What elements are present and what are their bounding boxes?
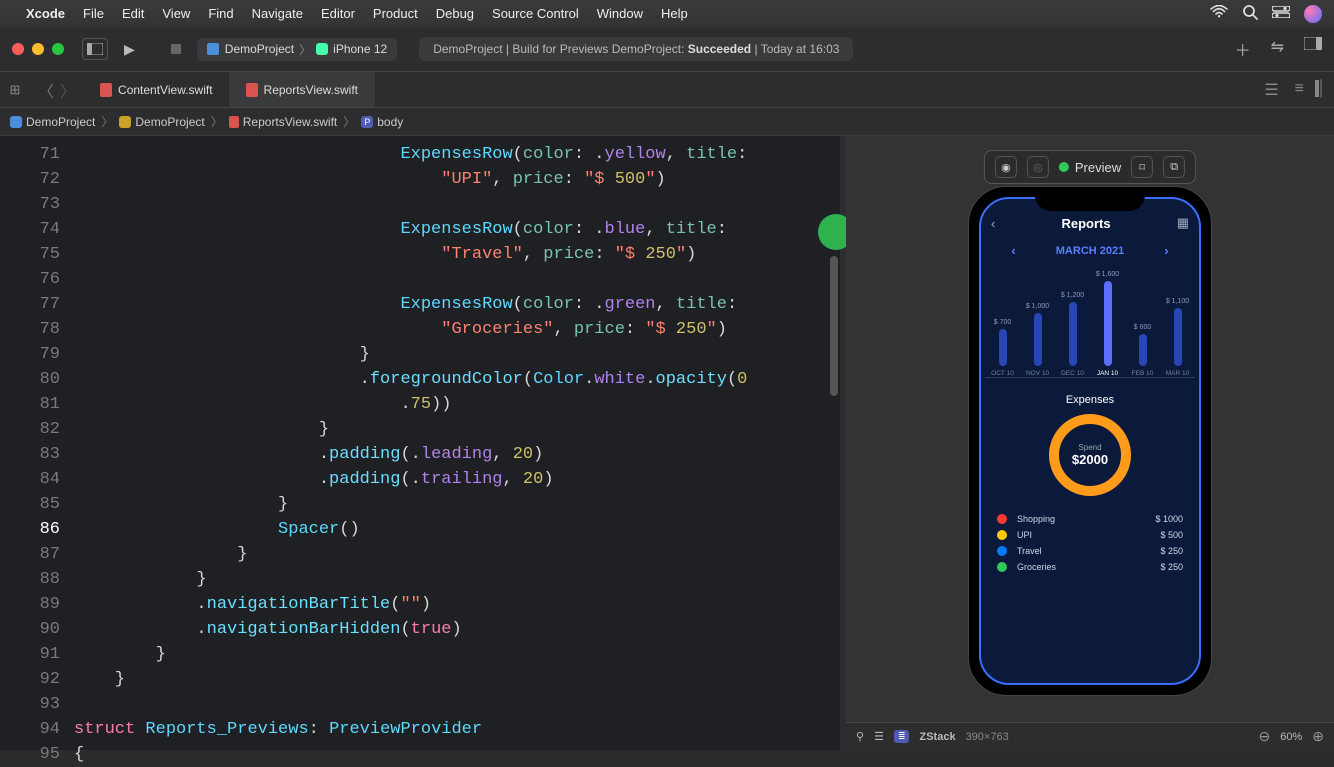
zoom-in-button[interactable]: ⊕ (1312, 728, 1324, 745)
pin-icon[interactable]: ⚲ (856, 730, 864, 743)
app-menu[interactable]: Xcode (26, 6, 65, 21)
forward-button[interactable]: 〉 (60, 78, 76, 102)
spend-ring: Spend $2000 (1049, 414, 1131, 496)
ring-amount: $2000 (1072, 452, 1108, 467)
window-close-button[interactable] (12, 43, 24, 55)
canvas-size: 390×763 (966, 731, 1009, 743)
expense-row: Groceries$ 250 (997, 562, 1183, 572)
add-button[interactable]: ＋ (1235, 37, 1251, 61)
wifi-icon[interactable] (1210, 5, 1228, 22)
jump-bar[interactable]: DemoProject 〉 DemoProject 〉 ReportsView.… (0, 108, 1334, 136)
menu-find[interactable]: Find (208, 6, 233, 21)
toolbar-right: ＋ ⇋ (1235, 37, 1322, 61)
app-title: Reports (1061, 216, 1110, 231)
month-selector: ‹ MARCH 2021 › (981, 243, 1199, 258)
swift-file-icon (229, 116, 239, 128)
user-icon[interactable] (1304, 5, 1322, 23)
preview-label[interactable]: Preview (1059, 160, 1121, 175)
device-icon (316, 43, 328, 55)
control-center-icon[interactable] (1272, 5, 1290, 22)
preview-canvas: ◉ ◎ Preview ⌑ ⧉ ‹ Reports ▦ ‹ MARCH (846, 136, 1334, 750)
menu-source-control[interactable]: Source Control (492, 6, 579, 21)
menu-help[interactable]: Help (661, 6, 688, 21)
spotlight-icon[interactable] (1242, 4, 1258, 24)
ring-label: Spend (1078, 443, 1101, 452)
duplicate-preview-button[interactable]: ⧉ (1163, 156, 1185, 178)
menu-window[interactable]: Window (597, 6, 643, 21)
code-review-button[interactable]: ⇋ (1271, 37, 1284, 61)
device-settings-button[interactable]: ⌑ (1131, 156, 1153, 178)
selected-view-icon: ≣ (894, 730, 910, 743)
back-button[interactable]: 〈 (38, 78, 54, 102)
scheme-icon (207, 43, 219, 55)
tab-reportsview[interactable]: ReportsView.swift (230, 72, 375, 107)
expenses-header: Expenses (981, 394, 1199, 406)
expense-row: UPI$ 500 (997, 530, 1183, 540)
next-month-button[interactable]: › (1164, 243, 1168, 258)
property-icon: P (361, 116, 373, 128)
expense-row: Travel$ 250 (997, 546, 1183, 556)
stop-button[interactable] (171, 44, 181, 54)
menubar-status-icons (1210, 4, 1322, 24)
history-nav: 〈 〉 (30, 78, 84, 102)
titlebar: ▶ DemoProject 〉 iPhone 12 DemoProject | … (0, 27, 1334, 72)
menu-file[interactable]: File (83, 6, 104, 21)
swift-file-icon (246, 83, 258, 97)
project-icon (10, 116, 22, 128)
menu-debug[interactable]: Debug (436, 6, 474, 21)
scheme-device: iPhone 12 (333, 42, 387, 56)
swift-file-icon (100, 83, 112, 97)
device-preview[interactable]: ‹ Reports ▦ ‹ MARCH 2021 › $ 700OCT 10$ … (968, 186, 1212, 696)
adjust-editor-icon[interactable]: ≡ (1295, 80, 1304, 100)
scheme-selector[interactable]: DemoProject 〉 iPhone 12 (197, 38, 397, 61)
scheme-project: DemoProject (225, 42, 294, 56)
main-split: 7172737475767778798081828384858687888990… (0, 136, 1334, 750)
zoom-out-button[interactable]: ⊖ (1259, 728, 1271, 745)
traffic-lights (12, 43, 64, 55)
line-gutter: 7172737475767778798081828384858687888990… (0, 136, 70, 767)
toggle-inspector-button[interactable] (1304, 37, 1322, 61)
window-zoom-button[interactable] (52, 43, 64, 55)
back-chevron-icon[interactable]: ‹ (991, 216, 995, 231)
zoom-level: 60% (1280, 731, 1302, 743)
related-items-icon[interactable]: ⊞ (0, 82, 30, 98)
calendar-icon[interactable]: ▦ (1177, 215, 1189, 231)
minimap-icon[interactable]: ☰ (1264, 80, 1278, 100)
notch (1035, 187, 1145, 211)
selected-view-label: ZStack (919, 731, 955, 743)
prev-month-button[interactable]: ‹ (1011, 243, 1015, 258)
editor-scrollbar[interactable] (830, 256, 838, 396)
activity-status: DemoProject | Build for Previews DemoPro… (419, 37, 853, 61)
xcode-window: ▶ DemoProject 〉 iPhone 12 DemoProject | … (0, 27, 1334, 750)
macos-menubar: Xcode File Edit View Find Navigate Edito… (0, 0, 1334, 27)
menu-edit[interactable]: Edit (122, 6, 144, 21)
month-label: MARCH 2021 (1056, 245, 1124, 257)
preview-status-icon (1059, 162, 1069, 172)
canvas-footer: ⚲ ☰ ≣ ZStack 390×763 ⊖ 60% ⊕ (846, 722, 1334, 750)
toggle-navigator-button[interactable] (82, 38, 108, 60)
tab-contentview[interactable]: ContentView.swift (84, 72, 230, 107)
canvas-toolbar: ◉ ◎ Preview ⌑ ⧉ (984, 150, 1196, 184)
app-screen: ‹ Reports ▦ ‹ MARCH 2021 › $ 700OCT 10$ … (979, 197, 1201, 685)
expense-row: Shopping$ 1000 (997, 514, 1183, 524)
variants-button[interactable]: ◎ (1027, 156, 1049, 178)
window-minimize-button[interactable] (32, 43, 44, 55)
code-area[interactable]: ExpensesRow(color: .yellow, title: "UPI"… (74, 142, 840, 767)
code-editor[interactable]: 7172737475767778798081828384858687888990… (0, 136, 840, 750)
folder-icon (119, 116, 131, 128)
menu-editor[interactable]: Editor (321, 6, 355, 21)
menu-navigate[interactable]: Navigate (252, 6, 303, 21)
menu-view[interactable]: View (162, 6, 190, 21)
run-button[interactable]: ▶ (124, 41, 135, 58)
editor-tabs: ⊞ 〈 〉 ContentView.swift ReportsView.swif… (0, 72, 1334, 108)
menu-product[interactable]: Product (373, 6, 418, 21)
live-preview-button[interactable]: ◉ (995, 156, 1017, 178)
add-editor-icon[interactable] (1320, 80, 1322, 100)
bar-chart: $ 700OCT 10$ 1,000NOV 10$ 1,200DEC 10$ 1… (985, 268, 1195, 378)
expense-list: Shopping$ 1000 UPI$ 500 Travel$ 250 Groceri… (981, 504, 1199, 582)
adjust-icon[interactable]: ☰ (874, 730, 884, 743)
